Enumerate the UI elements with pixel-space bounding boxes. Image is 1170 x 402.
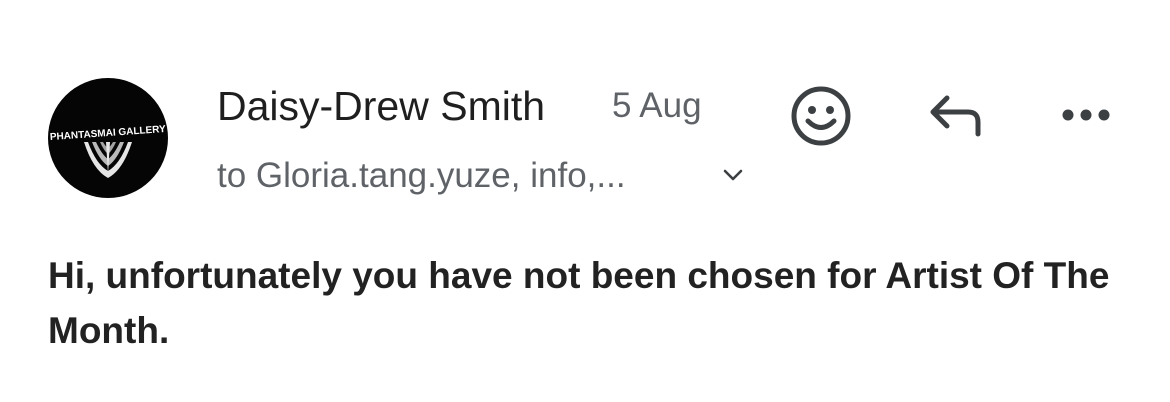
more-horizontal-icon (1062, 109, 1110, 121)
add-reaction-button[interactable] (788, 83, 854, 149)
gallery-logo: PHANTASMAI GALLERY (50, 124, 167, 178)
sender-name[interactable]: Daisy-Drew Smith (217, 82, 545, 130)
sender-avatar[interactable]: PHANTASMAI GALLERY (48, 78, 168, 198)
message-date: 5 Aug (612, 86, 702, 125)
chevron-down-icon[interactable] (718, 160, 748, 190)
reply-button[interactable] (922, 88, 988, 144)
avatar-logo-text: PHANTASMAI GALLERY (50, 124, 167, 143)
more-options-button[interactable] (1056, 98, 1116, 132)
recipients-line[interactable]: to Gloria.tang.yuze, info,... (217, 155, 626, 197)
reply-icon (930, 95, 981, 137)
smiley-icon (791, 86, 851, 146)
message-body: Hi, unfortunately you have not been chos… (48, 255, 1110, 351)
